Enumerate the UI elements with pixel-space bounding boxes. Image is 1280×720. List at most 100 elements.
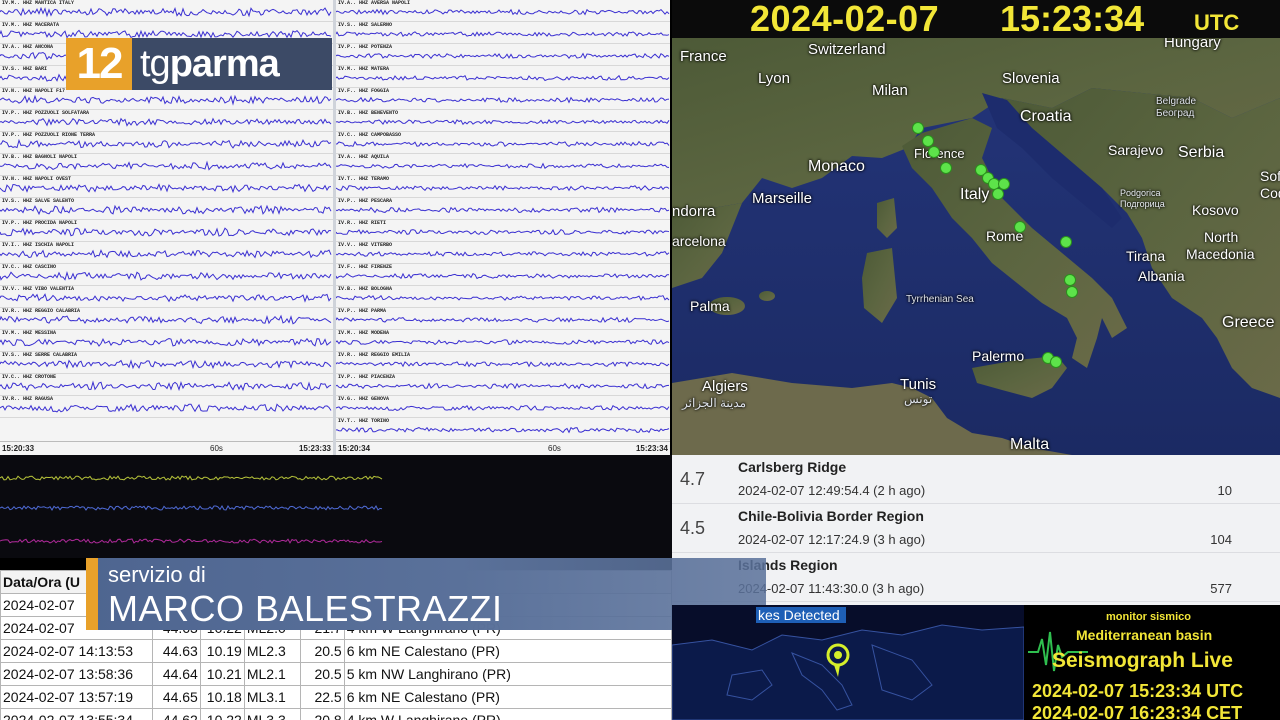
seismogram-trace: IV.P.. HHZ POZZUOLI SOLFATARA <box>0 110 333 132</box>
cell-lat: 44.64 <box>151 662 201 686</box>
label-belgrade-cyr: Београд <box>1156 108 1195 119</box>
seismogram-trace: IV.M.. HHZ MATERA <box>336 66 670 88</box>
seismogram-trace: IV.B.. HHZ BAGNOLI NAPOLI <box>0 154 333 176</box>
quake-marker[interactable] <box>928 146 940 158</box>
quake-marker[interactable] <box>992 188 1004 200</box>
label-belgrade: Belgrade <box>1156 96 1197 107</box>
trace-waveform <box>336 426 670 434</box>
live-utc-row: 2024-02-07 15:23:34 UTC <box>1032 681 1244 701</box>
logo-brand: tgparma <box>140 42 280 86</box>
label-sofia: Sof <box>1260 168 1280 184</box>
earthquake-map[interactable]: France Switzerland Hungary Lyon Milan Sl… <box>672 38 1280 455</box>
seismogram-trace: IV.N.. HHZ NAPOLI OVEST <box>0 176 333 198</box>
seismogram-trace: IV.C.. HHZ CASCINO <box>0 264 333 286</box>
trace-waveform <box>0 359 332 370</box>
seismogram-trace: IV.C.. HHZ CAMPOBASSO <box>336 132 670 154</box>
clock-zone: UTC <box>1194 10 1240 35</box>
label-sofia-cyr: Соф <box>1260 185 1280 201</box>
seismogram-trace: IV.T.. HHZ TERAMO <box>336 176 670 198</box>
label-monaco: Monaco <box>808 158 865 175</box>
cell-loc: 4 km W Langhirano (PR) <box>343 708 672 720</box>
caption-accent-bar <box>86 558 98 630</box>
seismogram-trace: IV.V.. HHZ VIBO VALENTIA <box>0 286 333 308</box>
cell-mag: ML3.1 <box>243 685 301 709</box>
label-lyon: Lyon <box>758 70 790 87</box>
trace-waveform <box>336 404 670 411</box>
quake-marker[interactable] <box>1064 274 1076 286</box>
cell-loc: 6 km NE Calestano (PR) <box>343 685 672 709</box>
quake-marker[interactable] <box>940 162 952 174</box>
cell-dt: 2024-02-07 13:55:34 <box>0 708 153 720</box>
trace-waveform <box>336 339 670 346</box>
cell-lon: 10.18 <box>199 685 245 709</box>
live-cet-row: 2024-02-07 16:23:34 CET <box>1032 703 1243 720</box>
trace-waveform <box>0 183 332 194</box>
event-magnitude: 4.5 <box>680 518 706 538</box>
cell-lon: 10.19 <box>199 639 245 663</box>
label-palermo: Palermo <box>972 348 1025 364</box>
table-row[interactable]: 2024-02-07 13:55:34 44.62 10.22 ML3.3 20.8 4 … <box>0 708 672 720</box>
quake-marker[interactable] <box>1060 236 1072 248</box>
table-row[interactable]: 2024-02-07 14:13:53 44.63 10.19 ML2.3 20.5 6 … <box>0 639 672 663</box>
quake-marker[interactable] <box>1050 356 1062 368</box>
caption-role: servizio di <box>108 562 206 587</box>
event-region: Carlsberg Ridge <box>738 459 847 475</box>
quake-marker[interactable] <box>1066 286 1078 298</box>
cell-dep: 20.8 <box>299 708 345 720</box>
cell-lat: 44.63 <box>151 639 201 663</box>
logo-brand-bold: parma <box>169 42 280 85</box>
event-magnitude: 4.7 <box>680 469 706 489</box>
label-switzerland: Switzerland <box>808 41 886 58</box>
trace-waveform <box>0 337 332 347</box>
label-andorra: ndorra <box>672 203 716 220</box>
helicorder-strip <box>0 455 672 558</box>
cell-mag: ML2.1 <box>243 662 301 686</box>
label-kosovo: Kosovo <box>1192 202 1239 218</box>
label-podgorica: Podgorica <box>1120 188 1161 198</box>
seismogram-trace: IV.F.. HHZ FOGGIA <box>336 88 670 110</box>
trace-waveform <box>336 162 670 169</box>
label-tirana: Tirana <box>1126 248 1166 264</box>
axis-mid-label: 60s <box>210 444 223 453</box>
cell-lat: 44.65 <box>151 685 201 709</box>
trace-waveform <box>0 249 332 259</box>
table-row[interactable]: 2024-02-07 13:58:36 44.64 10.21 ML2.1 20.5 5 … <box>0 662 672 686</box>
quake-marker[interactable] <box>1014 221 1026 233</box>
label-tyrrhenian-sea: Tyrrhenian Sea <box>906 294 974 305</box>
label-algiers: Algiers <box>702 378 748 395</box>
detected-quakes-minimap[interactable]: kes Detected <box>672 605 1024 720</box>
label-croatia: Croatia <box>1020 108 1072 125</box>
trace-waveform <box>336 250 670 257</box>
helicorder-line <box>0 475 383 481</box>
seismogram-trace: IV.T.. HHZ TORINO <box>336 418 670 440</box>
quake-marker[interactable] <box>912 122 924 134</box>
seismogram-trace: IV.A.. HHZ AVERSA NAPOLI <box>336 0 670 22</box>
clock-time: 15:23:34 <box>1000 0 1145 39</box>
label-albania: Albania <box>1138 268 1185 284</box>
list-item[interactable]: 4.7 Carlsberg Ridge 2024-02-07 12:49:54.… <box>672 455 1280 504</box>
label-north-macedonia-2: Macedonia <box>1186 246 1255 262</box>
live-title: Seismograph Live <box>1052 649 1233 672</box>
helicorder-traces <box>0 475 383 544</box>
seismogram-trace: IV.P.. HHZ POTENZA <box>336 44 670 66</box>
seismogram-trace: IV.P.. HHZ POZZUOLI RIONE TERRA <box>0 132 333 154</box>
seismogram-trace: IV.R.. HHZ REGGIO CALABRIA <box>0 308 333 330</box>
header-clock: 2024-02-07 15:23:34 UTC <box>672 0 1280 39</box>
seismogram-trace: IV.B.. HHZ BOLOGNA <box>336 286 670 308</box>
seismogram-trace: IV.R.. HHZ REGGIO EMILIA <box>336 352 670 374</box>
time-axis-middle: 15:20:34 60s 15:23:34 <box>336 441 670 455</box>
list-item[interactable]: 4.5 Chile-Bolivia Border Region 2024-02-… <box>672 504 1280 553</box>
trace-waveform <box>0 293 332 303</box>
cell-loc: 6 km NE Calestano (PR) <box>343 639 672 663</box>
detected-tag: kes Detected <box>756 607 846 623</box>
helicorder-line <box>0 538 383 544</box>
seismogram-panel-middle: IV.A.. HHZ AVERSA NAPOLI IV.S.. HHZ SALER… <box>336 0 670 455</box>
seismogram-trace: IV.S.. HHZ SALVE SALENTO <box>0 198 333 220</box>
trace-waveform <box>336 184 670 192</box>
seismogram-trace: IV.V.. HHZ VITERBO <box>336 242 670 264</box>
axis-end-label: 15:23:34 <box>635 444 668 453</box>
cell-dep: 20.5 <box>299 662 345 686</box>
cell-dt: 2024-02-07 14:13:53 <box>0 639 153 663</box>
label-podgorica-cyr: Подгорица <box>1120 199 1165 209</box>
table-row[interactable]: 2024-02-07 13:57:19 44.65 10.18 ML3.1 22.5 6 … <box>0 685 672 709</box>
